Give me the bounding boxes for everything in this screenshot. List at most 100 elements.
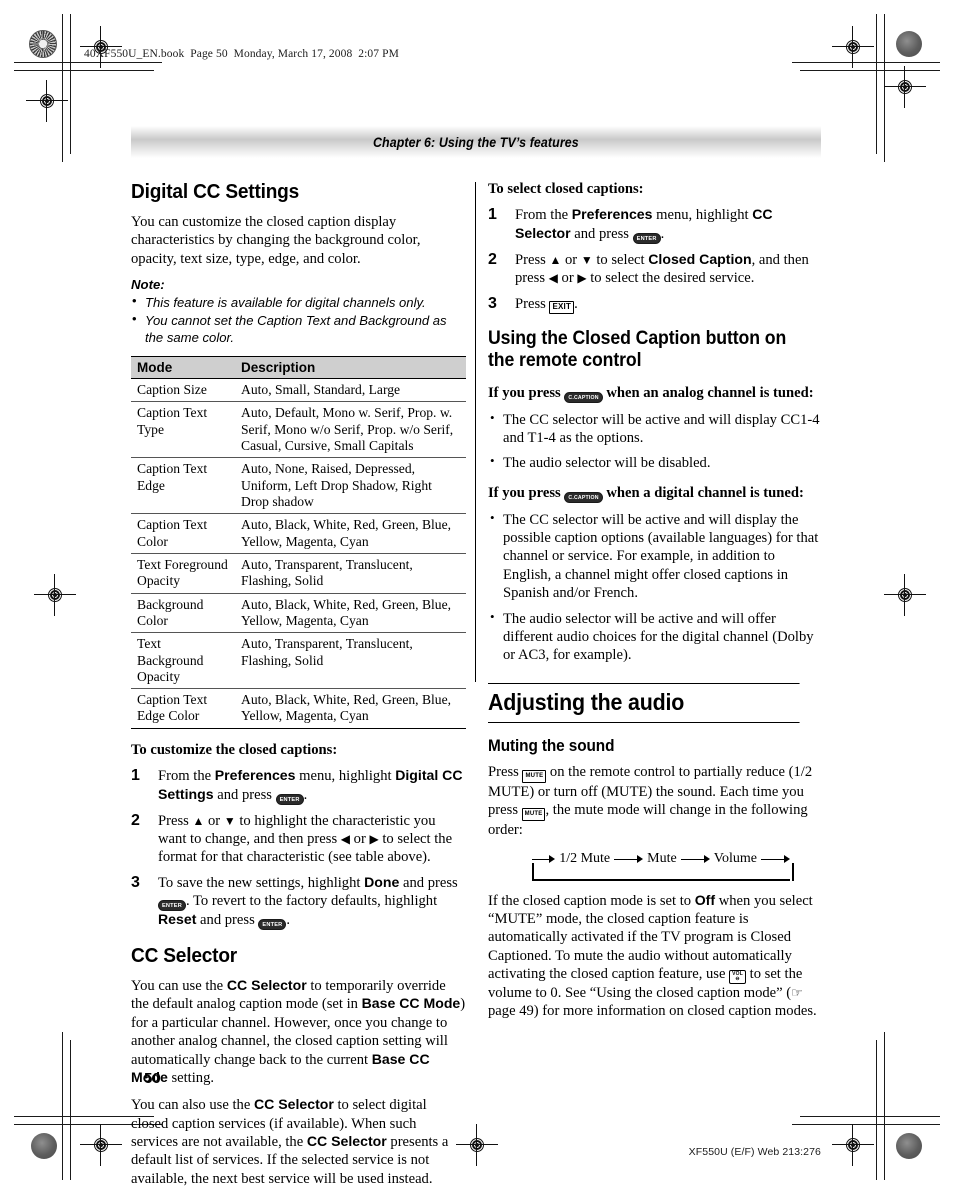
table-cell-description: Auto, Black, White, Red, Green, Blue, Ye… xyxy=(235,593,466,634)
enter-button-icon: ENTER xyxy=(275,793,304,805)
analog-bullet-list: The CC selector will be active and will … xyxy=(488,410,823,473)
cc-selector-paragraph-2: You can also use the CC Selector to sele… xyxy=(131,1096,466,1188)
table-row: Text Foreground Opacity Auto, Transparen… xyxy=(131,553,466,594)
volume-button-icon: VOL ⊖ xyxy=(729,970,746,985)
step-text: . xyxy=(574,295,578,312)
step-text: Press xyxy=(515,251,550,268)
step-text: and press xyxy=(570,225,633,242)
arrow-down-icon: ▼ xyxy=(223,813,236,828)
note-label: Note: xyxy=(131,277,165,293)
enter-button-icon: ENTER xyxy=(632,232,661,244)
enter-button-icon: ENTER xyxy=(258,919,287,931)
note-item: You cannot set the Caption Text and Back… xyxy=(131,311,466,346)
step-text: to select xyxy=(592,251,649,268)
arrow-right-icon: ▶ xyxy=(369,831,379,846)
bold-term: Off xyxy=(694,891,716,908)
step-bold-term: Closed Caption xyxy=(648,250,752,267)
digital-cc-intro-paragraph: You can customize the closed caption dis… xyxy=(131,214,421,267)
arrow-left-icon: ◀ xyxy=(548,271,558,286)
cc-modes-table: Mode Description Caption Size Auto, Smal… xyxy=(131,356,466,729)
left-column: Digital CC Settings You can customize th… xyxy=(131,180,466,1197)
text-run: when a digital channel is tuned: xyxy=(602,484,804,501)
right-column: To select closed captions: From the Pref… xyxy=(488,180,823,1030)
table-cell-mode: Caption Text Edge Color xyxy=(131,688,235,729)
exit-button-icon: EXIT xyxy=(549,300,575,314)
cycle-arrow-icon xyxy=(614,854,644,864)
cycle-label: Volume xyxy=(713,850,758,866)
adjusting-audio-heading: Adjusting the audio xyxy=(488,682,800,723)
closed-caption-button-icon: C.CAPTION xyxy=(564,491,603,503)
table-cell-description: Auto, None, Raised, Depressed, Uniform, … xyxy=(235,457,466,515)
step-text: to select the desired service. xyxy=(586,270,755,287)
mute-button-icon: MUTE xyxy=(522,769,547,783)
step-text: or xyxy=(557,270,578,287)
column-divider xyxy=(475,182,476,682)
step-text: Press xyxy=(515,295,550,312)
muting-sound-heading: Muting the sound xyxy=(488,736,615,755)
table-cell-description: Auto, Black, White, Red, Green, Blue, Ye… xyxy=(235,688,466,729)
table-header-row: Mode Description xyxy=(131,356,466,380)
step-text: From the xyxy=(158,768,215,785)
step-text: or xyxy=(561,251,581,268)
table-cell-mode: Background Color xyxy=(131,593,235,634)
bold-term: Base CC Mode xyxy=(361,995,461,1012)
table-header-mode: Mode xyxy=(131,356,235,380)
arrow-right-icon: ▶ xyxy=(577,271,587,286)
volume-minus-glyph: ⊖ xyxy=(735,976,740,983)
table-cell-mode: Caption Text Color xyxy=(131,513,235,554)
text-run: You can also use the xyxy=(131,1097,254,1114)
step-text: From the xyxy=(515,207,572,224)
step-bold-term: Preferences xyxy=(214,767,296,784)
table-cell-description: Auto, Transparent, Translucent, Flashing… xyxy=(235,632,466,690)
mute-mode-cycle-diagram: 1/2 Mute Mute Volume xyxy=(532,849,794,883)
step-text: . xyxy=(660,225,665,242)
table-cell-description: Auto, Default, Mono w. Serif, Prop. w. S… xyxy=(235,401,466,459)
table-row: Caption Text Edge Color Auto, Black, Whi… xyxy=(131,688,466,729)
footer-document-code: XF550U (E/F) Web 213:276 xyxy=(688,1146,821,1158)
page-body: Chapter 6: Using the TV’s features Digit… xyxy=(0,0,954,1193)
text-run: Press xyxy=(488,763,523,780)
step-item: Press ▲ or ▼ to select Closed Caption, a… xyxy=(488,250,823,288)
table-row: Text Background Opacity Auto, Transparen… xyxy=(131,632,466,690)
digital-channel-lead: If you press C.CAPTION when a digital ch… xyxy=(488,484,823,503)
cc-selector-paragraph-1: You can use the CC Selector to temporari… xyxy=(131,977,466,1087)
bullet-item: The CC selector will be active and will … xyxy=(488,510,823,603)
table-cell-description: Auto, Small, Standard, Large xyxy=(235,378,466,403)
step-text: . xyxy=(303,786,308,803)
select-captions-steps: From the Preferences menu, highlight CC … xyxy=(488,205,823,314)
bold-term: CC Selector xyxy=(306,1133,387,1150)
table-cell-description: Auto, Black, White, Red, Green, Blue, Ye… xyxy=(235,513,466,554)
chapter-header-bar: Chapter 6: Using the TV’s features xyxy=(131,126,821,158)
closed-caption-button-icon: C.CAPTION xyxy=(564,391,603,403)
text-run: If you press xyxy=(488,384,565,401)
table-cell-description: Auto, Transparent, Translucent, Flashing… xyxy=(235,553,466,594)
cycle-arrow-icon xyxy=(532,854,556,864)
cycle-label: 1/2 Mute xyxy=(559,850,611,866)
bullet-item: The audio selector will be disabled. xyxy=(488,453,823,472)
step-text: To save the new settings, highlight xyxy=(158,874,365,891)
note-list: This feature is available for digital ch… xyxy=(131,293,466,346)
table-cell-mode: Caption Text Edge xyxy=(131,457,235,515)
table-header-description: Description xyxy=(235,356,466,380)
bullet-item: The audio selector will be active and wi… xyxy=(488,609,823,665)
remote-control-heading: Using the Closed Caption button on the r… xyxy=(488,327,787,371)
enter-button-icon: ENTER xyxy=(158,900,186,912)
analog-channel-lead: If you press C.CAPTION when an analog ch… xyxy=(488,384,823,403)
mute-paragraph: Press MUTE on the remote control to part… xyxy=(488,763,823,840)
step-bold-term: Reset xyxy=(158,911,197,928)
pointing-hand-icon: ☞ xyxy=(791,985,803,1001)
step-item: From the Preferences menu, highlight Dig… xyxy=(131,766,466,805)
step-text: or xyxy=(350,830,370,847)
step-text: and press xyxy=(196,912,259,929)
step-text: . xyxy=(286,912,291,929)
table-cell-mode: Caption Text Type xyxy=(131,401,235,459)
table-row: Caption Size Auto, Small, Standard, Larg… xyxy=(131,378,466,403)
mute-button-icon: MUTE xyxy=(521,808,546,822)
customize-captions-steps: From the Preferences menu, highlight Dig… xyxy=(131,766,466,931)
cycle-row: 1/2 Mute Mute Volume xyxy=(532,849,791,869)
select-captions-lead: To select closed captions: xyxy=(488,181,644,197)
step-item: Press EXIT. xyxy=(488,294,823,314)
customize-captions-lead: To customize the closed captions: xyxy=(131,741,338,758)
arrow-left-icon: ◀ xyxy=(340,831,351,846)
cycle-loop-bottom xyxy=(532,878,790,881)
